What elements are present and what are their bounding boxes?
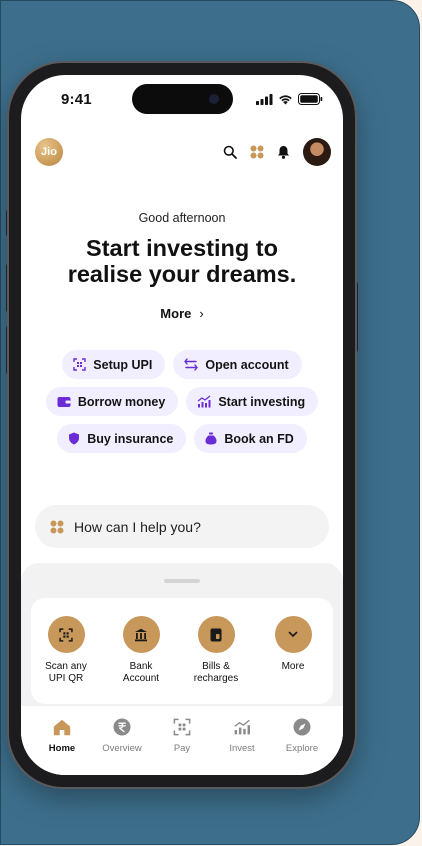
chip-label: Start investing (218, 394, 306, 409)
chip-setup-upi[interactable]: Setup UPI (62, 350, 166, 379)
chip-start-investing[interactable]: Start investing (186, 387, 319, 416)
wifi-icon (279, 94, 292, 104)
header-actions (223, 137, 331, 167)
qa-icon-circle (197, 616, 235, 653)
apps-grid-icon (50, 520, 64, 533)
status-time: 9:41 (61, 91, 92, 108)
qr-scan-icon (59, 627, 73, 642)
status-bar: 9:41 (21, 75, 343, 125)
status-icons (256, 92, 323, 106)
assistant-placeholder: How can I help you? (74, 518, 201, 535)
chip-label: Borrow money (77, 394, 166, 409)
label-line: Bills & (202, 661, 230, 672)
growth-chart-icon (234, 719, 250, 735)
more-label: More (160, 306, 192, 321)
chip-book-fd[interactable]: Book an FD (194, 424, 307, 453)
quick-action-label: Scan any UPI QR (34, 661, 98, 685)
app-header: Jio (21, 135, 343, 169)
tab-label: Overview (102, 743, 142, 754)
chip-label: Book an FD (224, 431, 294, 446)
quick-action-label: Bank Account (109, 661, 173, 685)
tab-label: Explore (285, 743, 319, 754)
quick-action-bank-account[interactable]: Bank Account (109, 616, 173, 685)
signal-icon (256, 93, 273, 105)
greeting-text: Good afternoon (138, 211, 226, 225)
front-camera-icon (209, 94, 219, 104)
quick-chips: Setup UPI Open account Borrow money Star… (21, 350, 343, 461)
qa-icon-circle (122, 616, 160, 653)
chip-row: Buy insurance Book an FD (21, 424, 343, 453)
dynamic-island (132, 84, 233, 114)
tab-explore[interactable]: Explore (272, 716, 332, 754)
bank-icon (135, 628, 147, 641)
more-link[interactable]: More › (21, 306, 343, 321)
chip-row: Borrow money Start investing (21, 387, 343, 416)
quick-action-scan-qr[interactable]: Scan any UPI QR (34, 616, 98, 685)
tab-invest[interactable]: Invest (212, 716, 272, 754)
page-title: Start investing to realise your dreams. (21, 235, 343, 287)
label-line: More (281, 661, 305, 672)
page-background: 9:41 Jio Good afternoon Start investing … (0, 0, 422, 846)
tab-overview[interactable]: Overview (92, 716, 152, 754)
tab-home[interactable]: Home (32, 716, 92, 754)
rupee-icon (113, 718, 131, 736)
tab-icon (92, 716, 152, 738)
bottom-sheet: Scan any UPI QR Bank Account Bills & rec… (21, 563, 343, 775)
tab-pay[interactable]: Pay (152, 716, 212, 754)
assistant-input[interactable]: How can I help you? (35, 505, 329, 548)
label-line: Bank (129, 661, 153, 672)
quick-action-label: More (261, 661, 325, 673)
money-bag-icon (205, 432, 217, 445)
chip-label: Setup UPI (93, 357, 153, 372)
chip-buy-insurance[interactable]: Buy insurance (57, 424, 187, 453)
chevron-right-icon: › (199, 306, 204, 321)
tab-label: Home (48, 743, 76, 754)
label-line: recharges (193, 673, 239, 684)
tab-label: Invest (229, 743, 255, 754)
avatar[interactable] (303, 138, 331, 166)
quick-action-more[interactable]: More (261, 616, 325, 673)
phone-screen: 9:41 Jio Good afternoon Start investing … (21, 75, 343, 775)
chip-borrow-money[interactable]: Borrow money (45, 387, 179, 416)
tab-icon (32, 716, 92, 738)
apps-grid-icon[interactable] (250, 145, 264, 159)
quick-actions-card: Scan any UPI QR Bank Account Bills & rec… (31, 598, 333, 704)
tab-icon (152, 716, 212, 738)
chip-open-account[interactable]: Open account (173, 350, 302, 379)
home-icon (53, 719, 71, 735)
growth-chart-icon (197, 395, 211, 408)
quick-action-bills-recharges[interactable]: Bills & recharges (184, 616, 248, 685)
qa-icon-circle (47, 616, 85, 653)
chevron-down-icon (288, 631, 298, 637)
tab-label: Pay (173, 743, 191, 754)
bottom-tab-bar: Home Overview Pay Invest Explore (21, 706, 343, 775)
qr-scan-icon (73, 358, 86, 371)
chip-row: Setup UPI Open account (21, 350, 343, 379)
wallet-icon (57, 396, 71, 407)
chip-label: Open account (205, 357, 289, 372)
quick-action-label: Bills & recharges (184, 661, 248, 685)
battery-icon (298, 93, 323, 105)
tab-icon (272, 716, 332, 738)
qr-scan-icon (173, 718, 191, 736)
chip-label: Buy insurance (87, 431, 174, 446)
label-line: Scan any (45, 661, 87, 672)
label-line: Account (122, 673, 160, 684)
label-line: UPI QR (48, 673, 84, 684)
compass-icon (293, 718, 311, 736)
headline-line-1: Start investing to (86, 235, 278, 261)
jio-logo[interactable]: Jio (35, 138, 63, 166)
tab-icon (212, 716, 272, 738)
headline-line-2: realise your dreams. (67, 261, 297, 287)
bill-icon (210, 628, 222, 641)
qa-icon-circle (274, 616, 312, 653)
swap-arrows-icon (184, 358, 199, 371)
shield-icon (69, 432, 80, 445)
sheet-drag-handle[interactable] (164, 579, 200, 583)
bell-icon[interactable] (277, 145, 290, 159)
search-icon[interactable] (223, 145, 237, 159)
